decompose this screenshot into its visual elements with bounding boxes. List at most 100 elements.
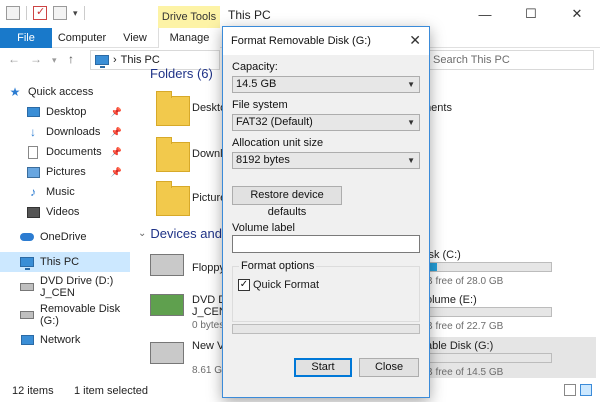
format-progress-bar [232,324,420,334]
restore-defaults-button[interactable]: Restore device defaults [232,186,342,218]
quick-access-toolbar: ▾ [6,5,85,20]
close-button[interactable]: Close [359,358,419,377]
volume-label-label: Volume label [232,222,295,234]
documents-icon [28,145,38,159]
desktop-icon [26,107,40,117]
cloud-icon [20,233,34,241]
window-controls: — ☐ ✕ [462,0,600,28]
network-icon [20,335,34,345]
floppy-drive-icon[interactable] [150,254,184,276]
sidebar-item-removable-disk[interactable]: Removable Disk (G:) [0,303,130,327]
new-folder-icon[interactable] [53,6,67,20]
sidebar-item-label: Network [40,334,81,346]
sidebar-item-videos[interactable]: Videos [0,202,130,222]
dvd-drive-icon[interactable] [150,294,184,316]
pin-icon[interactable]: 📌 [111,127,122,138]
devices-header[interactable]: ⌄ Devices and c [138,226,232,241]
minimize-button[interactable]: — [462,0,508,28]
sidebar-item-label: Documents [46,146,102,158]
properties-icon[interactable] [6,6,20,20]
star-icon: ★ [9,85,21,99]
tiles-view-icon[interactable] [580,384,592,396]
allocation-value: 8192 bytes [236,154,290,166]
search-input[interactable]: Search This PC [428,50,594,70]
pictures-icon [26,166,40,178]
sidebar-item-music[interactable]: ♪ Music [0,182,130,202]
filesystem-select[interactable]: FAT32 (Default) ▼ [232,114,420,131]
sidebar-item-label: This PC [40,256,80,268]
device-name-c[interactable]: isk (C:) [426,249,461,261]
up-arrow-icon[interactable]: ↑ [68,52,74,66]
pin-icon[interactable]: 📌 [111,167,122,178]
sidebar-item-label: DVD Drive (D:) J_CEN [40,275,114,299]
chevron-down-icon: ▼ [407,156,415,165]
drive-icon [20,311,34,319]
folder-icon[interactable] [156,181,190,216]
folder-icon[interactable] [156,137,190,172]
quick-format-option[interactable]: ✓ Quick Format [238,279,319,291]
drive-tools-context-tab: Drive Tools [158,6,220,28]
tab-view[interactable]: View [112,28,158,48]
sidebar-item-label: OneDrive [40,231,87,243]
pc-icon [20,257,34,270]
sidebar-item-network[interactable]: Network [0,330,130,350]
selection-count: 1 item selected [74,385,148,397]
chevron-down-icon: ⌄ [138,228,147,239]
sidebar-item-downloads[interactable]: ↓ Downloads 📌 [0,122,130,142]
sidebar-item-desktop[interactable]: Desktop 📌 [0,102,130,122]
download-icon: ↓ [30,125,36,139]
sidebar-item-label: Downloads [46,126,101,138]
format-options-label: Format options [239,260,317,272]
breadcrumb: This PC [120,54,160,66]
pin-icon[interactable]: 📌 [111,107,122,118]
filesystem-value: FAT32 (Default) [236,116,313,128]
sidebar-item-label: Removable Disk (G:) [40,303,121,327]
sidebar-item-onedrive[interactable]: OneDrive [0,227,130,247]
breadcrumb-separator: › [113,54,117,66]
sidebar-item-quick-access[interactable]: ★ Quick access [0,82,130,102]
toolbar-divider [83,6,85,20]
device-name-e[interactable]: olume (E:) [426,294,477,306]
tab-manage[interactable]: Manage [158,28,220,48]
device-name-floppy[interactable]: Floppy [192,262,225,274]
checkmark-icon[interactable] [33,5,47,20]
details-view-icon[interactable] [564,384,576,396]
start-button[interactable]: Start [294,358,352,377]
capacity-label: Capacity: [232,61,278,73]
sidebar-item-dvd-drive[interactable]: DVD Drive (D:) J_CEN [0,275,130,299]
volume-drive-icon[interactable] [150,342,184,364]
pin-icon[interactable]: 📌 [111,147,122,158]
sidebar-item-pictures[interactable]: Pictures 📌 [0,162,130,182]
tab-computer[interactable]: Computer [52,28,112,48]
folder-icon[interactable] [156,91,190,126]
device-free-dvd: 0 bytes [192,320,225,331]
sidebar-item-label: Videos [46,206,80,218]
recent-dropdown-icon[interactable]: ▾ [52,55,57,66]
chevron-down-icon: ▼ [407,118,415,127]
quick-format-label: Quick Format [253,279,320,291]
sidebar-item-label: Desktop [46,106,87,118]
maximize-button[interactable]: ☐ [508,0,554,28]
customize-dropdown-icon[interactable]: ▾ [73,8,78,19]
allocation-select[interactable]: 8192 bytes ▼ [232,152,420,169]
dialog-close-icon[interactable]: ✕ [409,32,421,49]
sidebar-item-label: Pictures [46,166,86,178]
sidebar-item-documents[interactable]: Documents 📌 [0,142,130,162]
chevron-down-icon: ▼ [407,80,415,89]
navigation-pane: ★ Quick access Desktop 📌 ↓ Downloads 📌 D… [0,72,130,378]
volume-label-field[interactable] [232,235,420,253]
format-dialog: Format Removable Disk (G:) ✕ Capacity: 1… [222,26,430,398]
forward-arrow-icon[interactable]: → [30,52,42,66]
capacity-select[interactable]: 14.5 GB ▼ [232,76,420,93]
close-window-button[interactable]: ✕ [554,0,600,28]
folders-header[interactable]: Folders (6) [150,66,213,81]
device-usage-bar-e [420,307,552,317]
tab-file[interactable]: File [0,28,52,48]
music-icon: ♪ [30,185,36,199]
capacity-value: 14.5 GB [236,78,277,90]
sidebar-item-this-pc[interactable]: This PC [0,252,130,272]
dialog-title: Format Removable Disk (G:) [231,35,371,47]
back-arrow-icon[interactable]: ← [8,52,20,66]
device-name-g[interactable]: able Disk (G:) [426,340,493,352]
quick-format-checkbox[interactable]: ✓ [238,279,250,291]
